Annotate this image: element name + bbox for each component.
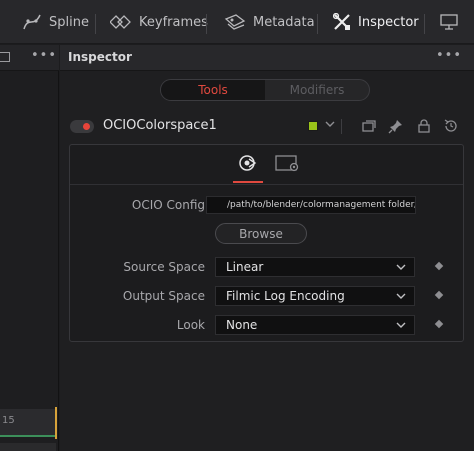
tool-controls-box: OCIO Config /path/to/blender/colormanage…	[69, 144, 464, 342]
look-dropdown[interactable]: None	[215, 315, 415, 335]
tab-modifiers[interactable]: Modifiers	[265, 80, 369, 100]
toolbar-divider	[206, 14, 207, 34]
chevron-down-icon[interactable]	[324, 117, 336, 134]
toolbar-keyframes-label: Keyframes	[139, 14, 208, 30]
ocio-config-label: OCIO Config	[131, 198, 205, 212]
timeline-track	[0, 443, 56, 451]
keyframe-diamond-icon[interactable]	[434, 261, 444, 271]
node-name: OCIOColorspace1	[103, 118, 217, 133]
node-enable-toggle[interactable]	[70, 120, 94, 133]
toolbar-presentation[interactable]	[440, 0, 458, 44]
toolbar-metadata[interactable]: Metadata	[224, 0, 315, 44]
active-tab-indicator	[233, 181, 263, 183]
inspector-menu-icon[interactable]: •••	[436, 48, 462, 63]
keyframe-diamond-icon[interactable]	[434, 319, 444, 329]
top-toolbar: Spline Keyframes Metadata Inspector	[0, 0, 474, 44]
lock-icon[interactable]	[416, 118, 432, 134]
toolbar-divider	[95, 14, 96, 34]
node-header-divider	[341, 119, 342, 134]
keyframes-icon	[110, 14, 132, 30]
node-header: OCIOColorspace1	[60, 115, 474, 139]
chevron-down-icon	[396, 290, 406, 300]
toolbar-spline-label: Spline	[49, 14, 89, 30]
keyframe-diamond-icon[interactable]	[434, 290, 444, 300]
source-space-label: Source Space	[123, 260, 205, 274]
left-panel-header: •••	[0, 45, 59, 71]
tab-tools[interactable]: Tools	[161, 80, 265, 100]
toolbar-spline[interactable]: Spline	[22, 0, 89, 44]
reset-icon[interactable]	[443, 118, 459, 134]
inspector-header: Inspector •••	[60, 45, 474, 71]
chevron-down-icon	[396, 261, 406, 271]
toggle-indicator	[83, 123, 90, 130]
toolbar-inspector-label: Inspector	[358, 14, 419, 30]
ocio-config-field[interactable]: /path/to/blender/colormanagement folder/…	[206, 196, 416, 214]
left-panel: ••• 15	[0, 45, 59, 451]
source-space-value: Linear	[226, 260, 264, 274]
node-color-swatch[interactable]	[308, 121, 318, 131]
toolbar-divider	[424, 14, 425, 34]
ocio-controls-icon[interactable]	[238, 153, 258, 173]
versions-icon[interactable]	[361, 118, 377, 134]
inspector-icon	[333, 13, 351, 31]
output-space-value: Filmic Log Encoding	[226, 289, 345, 303]
browse-button[interactable]: Browse	[215, 223, 307, 244]
playhead-marker[interactable]	[55, 407, 57, 439]
pin-icon[interactable]	[388, 118, 404, 134]
source-space-dropdown[interactable]: Linear	[215, 257, 415, 277]
output-space-dropdown[interactable]: Filmic Log Encoding	[215, 286, 415, 306]
toolbar-divider	[317, 14, 318, 34]
frame-number: 15	[2, 415, 15, 426]
metadata-icon	[224, 13, 246, 31]
control-page-tabs	[70, 145, 463, 185]
toolbar-inspector[interactable]: Inspector	[333, 0, 419, 44]
inspector-title: Inspector	[68, 50, 132, 64]
spline-icon	[22, 12, 42, 32]
inspector-tab-switch: Tools Modifiers	[160, 79, 370, 101]
chevron-down-icon	[396, 319, 406, 329]
toolbar-keyframes[interactable]: Keyframes	[110, 0, 208, 44]
left-panel-menu-icon[interactable]: •••	[31, 48, 57, 63]
panel-layout-icon[interactable]	[0, 52, 10, 62]
presentation-icon	[440, 13, 458, 31]
inspector-panel: Inspector ••• Tools Modifiers OCIOColors…	[60, 45, 474, 451]
timeline-frame[interactable]: 15	[0, 409, 56, 437]
output-space-label: Output Space	[122, 289, 205, 303]
settings-tab-icon[interactable]	[275, 153, 299, 173]
look-label: Look	[176, 318, 205, 332]
toolbar-metadata-label: Metadata	[253, 14, 315, 30]
look-value: None	[226, 318, 258, 332]
